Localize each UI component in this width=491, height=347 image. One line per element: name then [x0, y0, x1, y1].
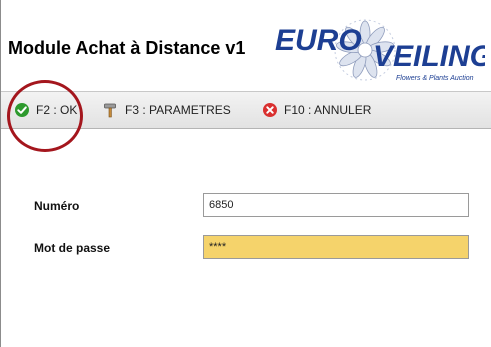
- cancel-circle-icon: [263, 103, 277, 117]
- password-label: Mot de passe: [34, 241, 111, 255]
- euroveiling-logo: EURO VEILING Flowers & Plants Auction: [275, 19, 485, 82]
- login-form: Numéro Mot de passe: [1, 129, 491, 347]
- logo-tagline: Flowers & Plants Auction: [396, 75, 474, 82]
- parameters-button-label: F3 : PARAMETRES: [125, 103, 231, 117]
- password-input[interactable]: [203, 235, 469, 259]
- cancel-button-label: F10 : ANNULER: [284, 103, 372, 117]
- cancel-button[interactable]: F10 : ANNULER: [262, 92, 371, 128]
- header: Module Achat à Distance v1 EURO VEILING …: [1, 0, 491, 90]
- app-title: Module Achat à Distance v1: [8, 38, 246, 58]
- hammer-icon: [104, 103, 116, 118]
- logo-brand-part1: EURO: [275, 24, 362, 57]
- numero-label: Numéro: [34, 199, 80, 213]
- numero-input[interactable]: [203, 193, 469, 217]
- logo-brand-part2: VEILING: [373, 40, 485, 73]
- login-window: Module Achat à Distance v1 EURO VEILING …: [0, 0, 491, 347]
- parameters-button[interactable]: F3 : PARAMETRES: [103, 92, 231, 128]
